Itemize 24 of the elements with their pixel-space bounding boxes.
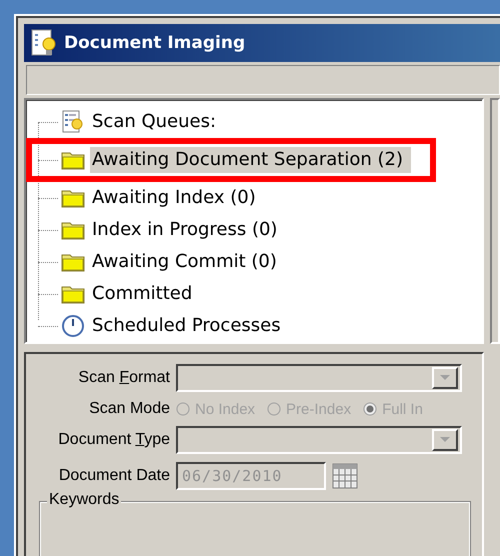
tree-item[interactable]: Awaiting Commit (0)	[90, 249, 285, 275]
queue-list-icon	[62, 110, 84, 134]
folder-icon	[61, 284, 85, 304]
window-title: Document Imaging	[64, 33, 246, 53]
dropdown-arrow-icon	[440, 437, 450, 443]
tree-item[interactable]: Awaiting Index (0)	[90, 185, 264, 211]
clock-icon	[61, 314, 85, 338]
field-label: Document Date	[58, 467, 170, 484]
tree-root-label[interactable]: Scan Queues:	[90, 109, 224, 135]
folder-icon	[61, 252, 85, 272]
folder-icon	[61, 188, 85, 208]
folder-icon	[61, 220, 85, 240]
document-bulb-icon	[30, 29, 58, 57]
field-label: Scan Format	[78, 369, 170, 386]
field-label: Scan Mode	[89, 400, 170, 417]
tree-item[interactable]: Committed	[90, 281, 200, 307]
folder-icon	[61, 150, 85, 170]
group-label: Keywords	[47, 491, 122, 509]
calendar-icon[interactable]	[332, 463, 358, 489]
dropdown-arrow-icon	[440, 375, 450, 381]
tree-item[interactable]: Awaiting Document Separation (2)	[90, 147, 412, 173]
field-label: Document Type	[58, 431, 170, 448]
tree-item[interactable]: Index in Progress (0)	[90, 217, 286, 243]
tree-item[interactable]: Scheduled Processes	[90, 313, 289, 339]
